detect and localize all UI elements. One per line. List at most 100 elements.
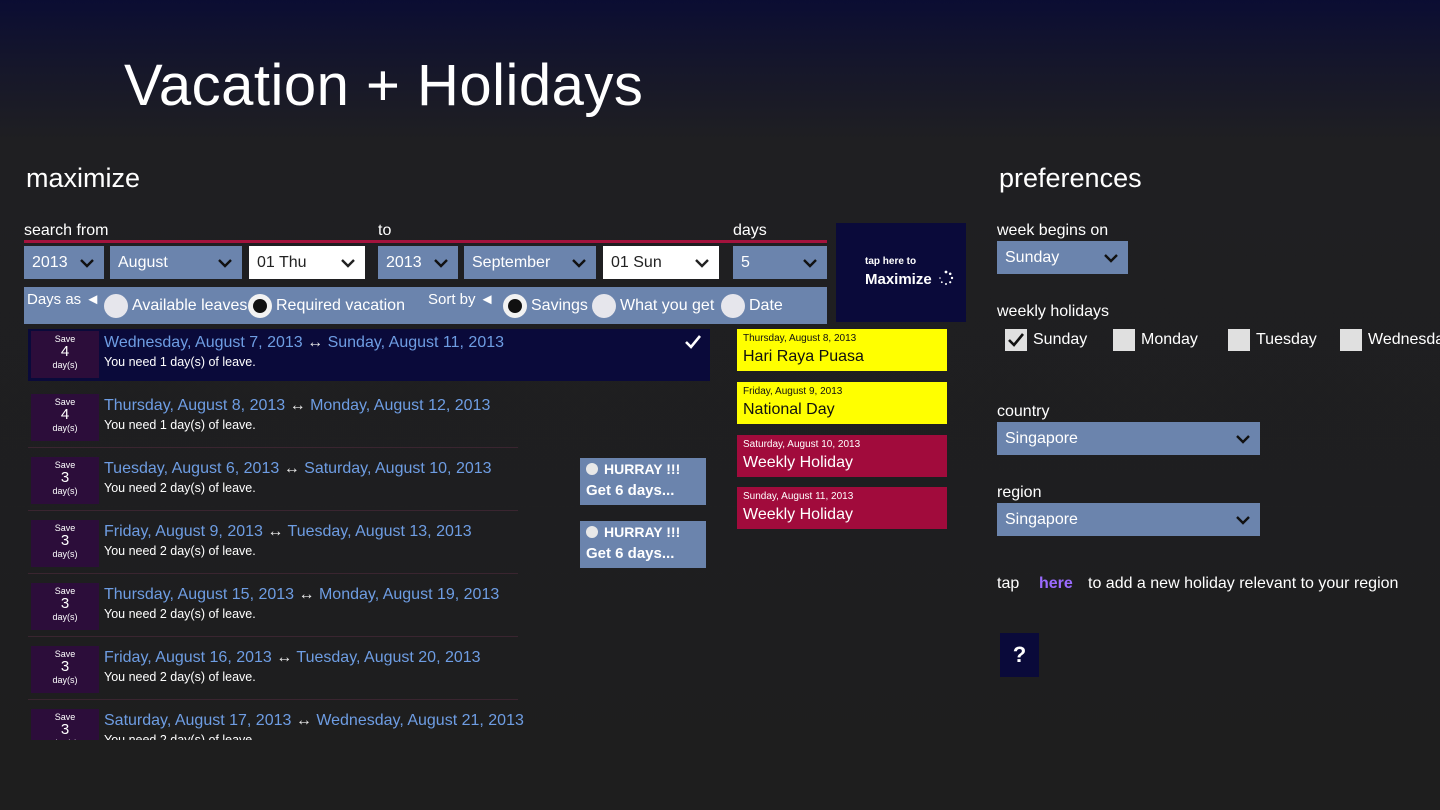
save-box: Save3day(s) bbox=[31, 457, 99, 504]
to-month-select[interactable]: September bbox=[464, 246, 596, 279]
required-vacation-label[interactable]: Required vacation bbox=[276, 297, 405, 315]
row-divider bbox=[28, 573, 518, 574]
save-box: Save3day(s) bbox=[31, 646, 99, 693]
hurray-badge[interactable]: HURRAY !!! Get 6 days... bbox=[580, 521, 706, 568]
chevron-down-icon bbox=[695, 259, 709, 268]
chevron-down-icon bbox=[1236, 435, 1250, 444]
holiday-date: Friday, August 9, 2013 bbox=[743, 386, 843, 397]
chevron-down-icon bbox=[803, 259, 817, 268]
weekday-monday-label[interactable]: Monday bbox=[1141, 331, 1198, 349]
save-days-unit: day(s) bbox=[52, 612, 78, 622]
checkbox-sunday[interactable] bbox=[1005, 329, 1027, 351]
row-divider bbox=[28, 447, 518, 448]
radio-available-leaves[interactable] bbox=[104, 294, 128, 318]
sort-by-label: Sort by ◄ bbox=[428, 291, 495, 308]
range-end: Saturday, August 10, 2013 bbox=[304, 460, 492, 477]
checkbox-monday[interactable] bbox=[1113, 329, 1135, 351]
maximize-button[interactable]: tap here to Maximize bbox=[836, 223, 966, 322]
range-start: Thursday, August 8, 2013 bbox=[104, 397, 286, 414]
chevron-down-icon bbox=[341, 259, 355, 268]
date-range: Saturday, August 17, 2013 ↔ Wednesday, A… bbox=[104, 712, 524, 730]
from-month-select[interactable]: August bbox=[110, 246, 242, 279]
date-range: Thursday, August 8, 2013 ↔ Monday, Augus… bbox=[104, 397, 490, 415]
radio-required-vacation[interactable] bbox=[248, 294, 272, 318]
save-days: 4 bbox=[60, 343, 70, 360]
holiday-name: National Day bbox=[743, 401, 835, 418]
save-box: Save3day(s) bbox=[31, 709, 99, 740]
hurray-badge[interactable]: HURRAY !!! Get 6 days... bbox=[580, 458, 706, 505]
save-box: Save 4 day(s) bbox=[31, 331, 99, 378]
range-end: Wednesday, August 21, 2013 bbox=[316, 712, 524, 729]
result-row[interactable]: Save3day(s) Saturday, August 17, 2013 ↔ W… bbox=[28, 707, 710, 740]
to-year-select[interactable]: 2013 bbox=[378, 246, 458, 279]
radio-savings[interactable] bbox=[503, 294, 527, 318]
row-divider bbox=[28, 510, 518, 511]
holiday-card: Sunday, August 11, 2013 Weekly Holiday bbox=[737, 487, 947, 529]
country-label: country bbox=[997, 403, 1050, 420]
save-days: 3 bbox=[60, 721, 70, 738]
country-select[interactable]: Singapore bbox=[997, 422, 1260, 455]
region-select[interactable]: Singapore bbox=[997, 503, 1260, 536]
radio-date[interactable] bbox=[721, 294, 745, 318]
maximize-tile-hint: tap here to bbox=[865, 256, 917, 267]
date-range: Tuesday, August 6, 2013 ↔ Saturday, Augu… bbox=[104, 460, 492, 478]
leave-needed-text: You need 2 day(s) of leave. bbox=[104, 544, 256, 558]
range-end: Monday, August 19, 2013 bbox=[318, 586, 500, 603]
search-from-label: search from bbox=[24, 222, 109, 239]
help-button[interactable]: ? bbox=[1000, 633, 1039, 677]
chevron-down-icon bbox=[434, 259, 448, 268]
result-row[interactable]: Save 4 day(s) Wednesday, August 7, 2013 ↔ S… bbox=[28, 329, 710, 381]
save-days-unit: day(s) bbox=[52, 486, 78, 496]
add-holiday-text: to add a new holiday relevant to your re… bbox=[1088, 575, 1399, 592]
options-bar: Days as ◄ Available leaves Required vaca… bbox=[24, 287, 827, 324]
save-days-unit: day(s) bbox=[52, 360, 78, 370]
date-range: Wednesday, August 7, 2013 ↔ Sunday, Augu… bbox=[104, 334, 504, 352]
days-value: 5 bbox=[741, 254, 750, 271]
range-arrow: ↔ bbox=[298, 586, 315, 603]
weekday-tuesday-label[interactable]: Tuesday bbox=[1256, 331, 1317, 349]
week-begins-select[interactable]: Sunday bbox=[997, 241, 1128, 274]
chevron-down-icon bbox=[1236, 516, 1250, 525]
available-leaves-label[interactable]: Available leaves bbox=[132, 297, 247, 315]
radio-what-you-get[interactable] bbox=[592, 294, 616, 318]
result-row[interactable]: Save 4 day(s) Thursday, August 8, 2013 ↔ Mo… bbox=[28, 392, 710, 448]
smiley-icon bbox=[586, 526, 598, 538]
range-start: Saturday, August 17, 2013 bbox=[104, 712, 292, 729]
range-end: Tuesday, August 20, 2013 bbox=[296, 649, 481, 666]
savings-label[interactable]: Savings bbox=[531, 297, 588, 315]
result-row[interactable]: Save 3 day(s) Friday, August 16, 2013 ↔ Tue… bbox=[28, 644, 710, 700]
preferences-section-title: preferences bbox=[999, 163, 1142, 193]
from-day-select[interactable]: 01 Thu bbox=[249, 246, 365, 279]
holiday-name: Hari Raya Puasa bbox=[743, 348, 864, 365]
days-select[interactable]: 5 bbox=[733, 246, 827, 279]
date-range: Thursday, August 15, 2013 ↔ Monday, Augu… bbox=[104, 586, 499, 604]
region-label: region bbox=[997, 484, 1042, 501]
range-arrow: ↔ bbox=[307, 334, 324, 351]
leave-needed-text: You need 2 day(s) of leave. bbox=[104, 607, 256, 621]
date-label[interactable]: Date bbox=[749, 297, 783, 315]
what-you-get-label[interactable]: What you get bbox=[620, 297, 714, 315]
chevron-down-icon bbox=[572, 259, 586, 268]
holiday-card: Thursday, August 8, 2013 Hari Raya Puasa bbox=[737, 329, 947, 371]
add-holiday-link[interactable]: here bbox=[1039, 575, 1073, 593]
weekday-wednesday-label[interactable]: Wednesda bbox=[1368, 331, 1440, 349]
weekday-sunday-label[interactable]: Sunday bbox=[1033, 331, 1087, 349]
leave-needed-text: You need 2 day(s) of leave. bbox=[104, 670, 256, 684]
date-range: Friday, August 16, 2013 ↔ Tuesday, Augus… bbox=[104, 649, 481, 667]
smiley-icon bbox=[586, 463, 598, 475]
header-divider bbox=[24, 240, 827, 243]
holiday-name: Weekly Holiday bbox=[743, 506, 853, 523]
range-arrow: ↔ bbox=[283, 460, 300, 477]
holiday-date: Sunday, August 11, 2013 bbox=[743, 491, 854, 502]
from-year-select[interactable]: 2013 bbox=[24, 246, 104, 279]
result-row[interactable]: Save 3 day(s) Thursday, August 15, 2013 ↔ M… bbox=[28, 581, 710, 637]
save-days: 3 bbox=[60, 658, 70, 675]
checkbox-wednesday[interactable] bbox=[1340, 329, 1362, 351]
leave-needed-text: You need 2 day(s) of leave. bbox=[104, 733, 256, 740]
to-day-select[interactable]: 01 Sun bbox=[603, 246, 719, 279]
holiday-name: Weekly Holiday bbox=[743, 454, 853, 471]
range-start: Tuesday, August 6, 2013 bbox=[104, 460, 280, 477]
save-box: Save 4 day(s) bbox=[31, 394, 99, 441]
region-value: Singapore bbox=[1005, 511, 1078, 528]
checkbox-tuesday[interactable] bbox=[1228, 329, 1250, 351]
